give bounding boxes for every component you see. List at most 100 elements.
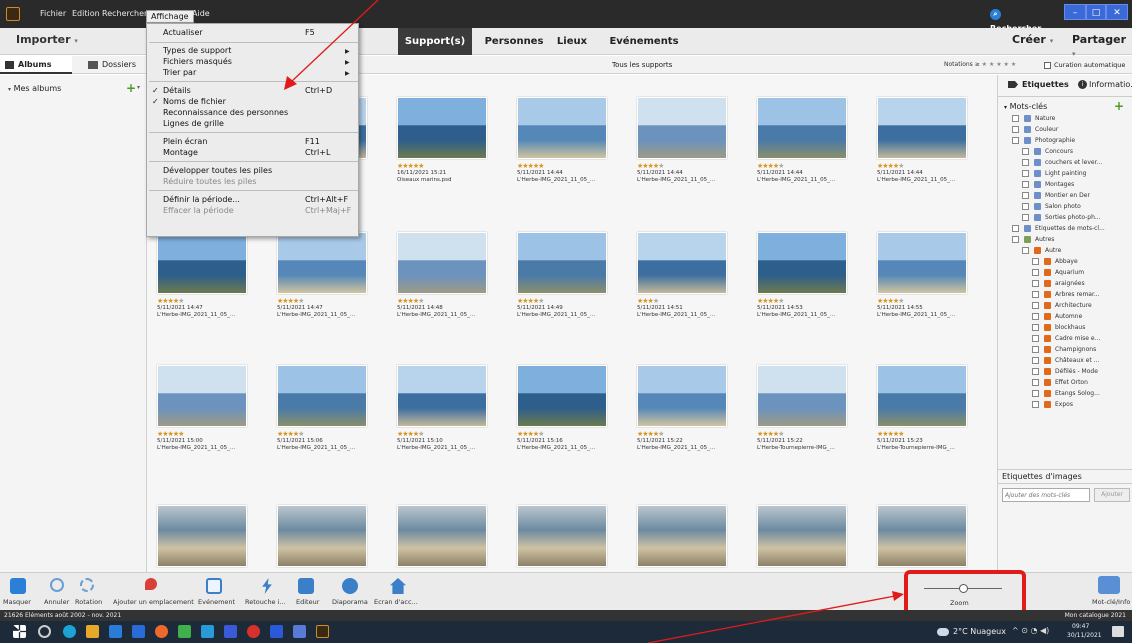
keyword-item[interactable]: Salon photo <box>1022 202 1081 212</box>
menu-item-montage[interactable]: Montage <box>163 148 198 157</box>
create-button[interactable]: Créer ▾ <box>1012 33 1053 46</box>
explorer-icon[interactable] <box>86 625 99 638</box>
keyword-info-label[interactable]: Mot-clé/Info <box>1092 598 1130 606</box>
keyword-checkbox[interactable] <box>1012 126 1019 133</box>
photo-thumbnail[interactable] <box>757 97 847 159</box>
rating-stars[interactable]: ★★★★★ <box>877 163 989 170</box>
rating-stars[interactable]: ★★★★★ <box>397 431 509 438</box>
photos-icon[interactable] <box>201 625 214 638</box>
photo-thumbnail[interactable] <box>517 365 607 427</box>
keyword-item[interactable]: Light painting <box>1022 169 1086 179</box>
quick-fix-label[interactable]: Retouche i... <box>245 598 286 606</box>
photo-thumbnail[interactable] <box>757 365 847 427</box>
app-icon[interactable] <box>293 625 306 638</box>
search-icon[interactable] <box>38 625 51 638</box>
rating-stars[interactable]: ★★★★★ <box>397 163 509 170</box>
keyword-checkbox[interactable] <box>1032 401 1039 408</box>
photo-thumbnail[interactable] <box>157 232 247 294</box>
keyword-item[interactable]: Effet Orton <box>1032 378 1088 388</box>
ratings-filter[interactable]: Notations ≥ ★ ★ ★ ★ ★ <box>944 56 1016 74</box>
photo-thumbnail[interactable] <box>397 232 487 294</box>
clock-time[interactable]: 09:47 <box>1072 622 1089 631</box>
event-label[interactable]: Evénement <box>198 598 235 606</box>
keyword-checkbox[interactable] <box>1022 192 1029 199</box>
clock-date[interactable]: 30/11/2021 <box>1067 631 1102 640</box>
keyword-item[interactable]: Couleur <box>1012 125 1058 135</box>
menu-item-face-recognition[interactable]: Reconnaissance des personnes <box>163 108 288 117</box>
chevron-down-icon[interactable]: ▾ <box>137 84 140 91</box>
photo-thumbnail[interactable] <box>757 232 847 294</box>
checkbox-icon[interactable] <box>1044 61 1051 69</box>
menu-fichier[interactable]: Fichier <box>36 0 70 28</box>
home-screen-label[interactable]: Ecran d'acc... <box>374 598 418 606</box>
tab-personnes[interactable]: Personnes <box>482 28 546 55</box>
keyword-checkbox[interactable] <box>1032 346 1039 353</box>
menu-item-clear-date-range[interactable]: Effacer la période <box>163 206 234 215</box>
keyword-checkbox[interactable] <box>1032 357 1039 364</box>
menu-item-filenames[interactable]: Noms de fichier <box>163 97 226 106</box>
keyword-item[interactable]: Abbaye <box>1032 257 1078 267</box>
keyword-item[interactable]: Etiquettes de mots-cl... <box>1012 224 1105 234</box>
add-keywords-input[interactable] <box>1002 488 1090 502</box>
add-keyword-icon[interactable]: + <box>1114 99 1124 113</box>
menu-item-media-types[interactable]: Types de support <box>163 46 231 55</box>
photo-thumbnail[interactable] <box>637 505 727 567</box>
menu-affichage[interactable]: Affichage <box>146 10 194 23</box>
rating-stars[interactable]: ★★★★★ <box>157 298 269 305</box>
keyword-item[interactable]: Châteaux et ... <box>1032 356 1099 366</box>
menu-item-sort-by[interactable]: Trier par <box>163 68 196 77</box>
keyword-checkbox[interactable] <box>1012 236 1019 243</box>
keyword-item[interactable]: Autres <box>1012 235 1054 245</box>
event-icon[interactable] <box>206 578 222 594</box>
rating-stars[interactable]: ★★★★★ <box>277 298 389 305</box>
rating-stars[interactable]: ★★★★ <box>637 298 749 305</box>
keyword-checkbox[interactable] <box>1032 280 1039 287</box>
keyword-item[interactable]: Photographie <box>1012 136 1075 146</box>
photo-thumbnail[interactable] <box>277 505 367 567</box>
menu-item-grid-lines[interactable]: Lignes de grille <box>163 119 224 128</box>
keyword-checkbox[interactable] <box>1032 379 1039 386</box>
search-button[interactable]: ⌕Rechercher <box>990 8 1052 33</box>
keyword-checkbox[interactable] <box>1022 247 1029 254</box>
menu-item-collapse-stacks[interactable]: Réduire toutes les piles <box>163 177 256 186</box>
keyword-item[interactable]: Concours <box>1022 147 1073 157</box>
keyword-item[interactable]: couchers et lever... <box>1022 158 1102 168</box>
close-button[interactable]: ✕ <box>1106 4 1128 20</box>
keyword-checkbox[interactable] <box>1012 115 1019 122</box>
photo-thumbnail[interactable] <box>877 97 967 159</box>
word-icon[interactable] <box>270 625 283 638</box>
photo-thumbnail[interactable] <box>517 97 607 159</box>
notifications-icon[interactable] <box>1112 626 1124 637</box>
keyword-checkbox[interactable] <box>1032 258 1039 265</box>
auto-curation-toggle[interactable]: Curation automatique <box>1044 56 1125 74</box>
keyword-item[interactable]: Automne <box>1032 312 1082 322</box>
menu-item-set-date-range[interactable]: Définir la période... <box>163 195 240 204</box>
keyword-item[interactable]: blockhaus <box>1032 323 1085 333</box>
keyword-item[interactable]: Expos <box>1032 400 1073 410</box>
add-location-label[interactable]: Ajouter un emplacement <box>113 598 194 606</box>
keyword-item[interactable]: Cadre mise e... <box>1032 334 1100 344</box>
undo-label[interactable]: Annuler <box>44 598 69 606</box>
keyword-checkbox[interactable] <box>1032 390 1039 397</box>
editor-icon[interactable] <box>298 578 314 594</box>
tab-info[interactable]: iInformatio... <box>1078 80 1132 89</box>
tab-supports[interactable]: Support(s) <box>398 28 472 55</box>
photo-thumbnail[interactable] <box>637 232 727 294</box>
keyword-item[interactable]: Autre <box>1022 246 1061 256</box>
keyword-item[interactable]: Etangs Solog... <box>1032 389 1100 399</box>
keyword-checkbox[interactable] <box>1012 137 1019 144</box>
keyword-item[interactable]: Sorties photo-ph... <box>1022 213 1101 223</box>
tab-tags[interactable]: Etiquettes <box>1008 80 1069 89</box>
keyword-checkbox[interactable] <box>1032 368 1039 375</box>
photo-thumbnail[interactable] <box>157 365 247 427</box>
tab-dossiers[interactable]: Dossiers <box>74 56 146 74</box>
photo-thumbnail[interactable] <box>397 97 487 159</box>
keyword-checkbox[interactable] <box>1032 302 1039 309</box>
menu-item-expand-stacks[interactable]: Développer toutes les piles <box>163 166 272 175</box>
tab-lieux[interactable]: Lieux <box>552 28 592 55</box>
keyword-checkbox[interactable] <box>1032 291 1039 298</box>
rating-stars[interactable]: ★★★★★ <box>517 298 629 305</box>
rating-stars[interactable]: ★★★★★ <box>757 163 869 170</box>
mail-icon[interactable] <box>132 625 145 638</box>
rating-stars[interactable]: ★★★★★ <box>757 431 869 438</box>
